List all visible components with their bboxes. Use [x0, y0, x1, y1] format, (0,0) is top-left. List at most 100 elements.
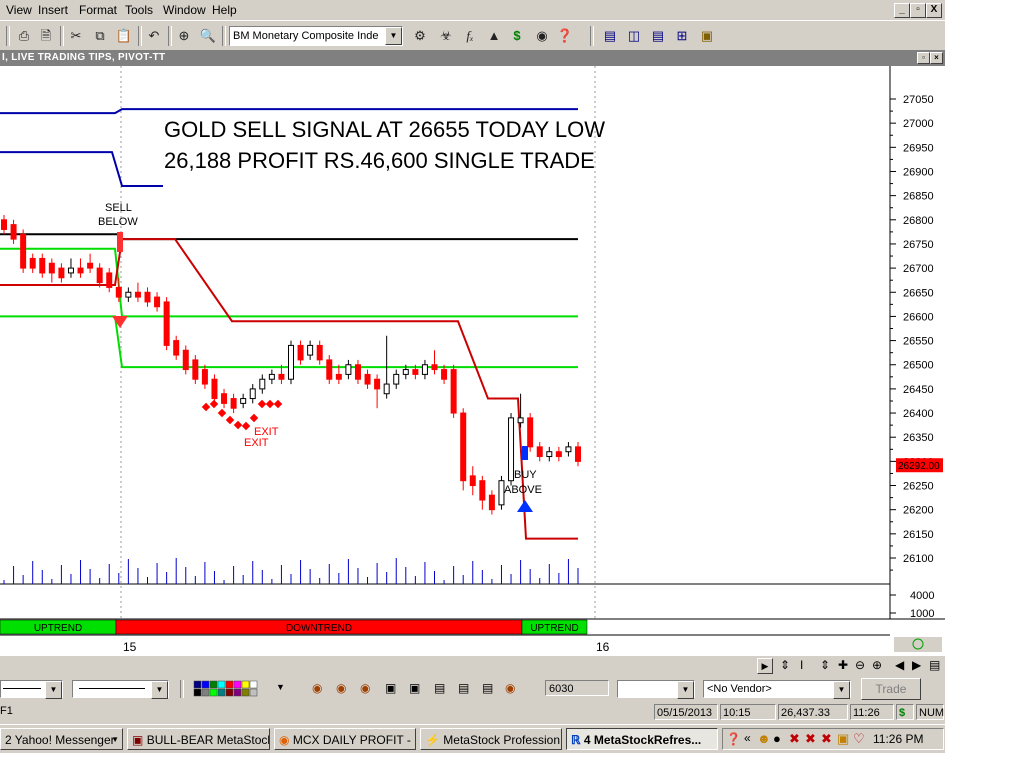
line-style-select[interactable]: ▼ — [0, 680, 63, 699]
taskbar-label: 4 MetaStockRefres... — [583, 733, 702, 747]
candle — [211, 378, 218, 400]
palette-swatch[interactable] — [209, 680, 218, 689]
taskbar-item-metastock[interactable]: ⚡ MetaStock Profession... — [420, 728, 562, 750]
menu-help[interactable]: Help — [212, 3, 237, 17]
tray-app-icon[interactable]: ♡ — [853, 731, 865, 747]
horizontal-split-icon[interactable]: ▤ — [648, 26, 668, 46]
formula-icon[interactable]: fₓ — [460, 26, 480, 46]
next-icon[interactable]: ▶ — [912, 658, 921, 672]
symbol-icon[interactable]: ◉ — [505, 681, 515, 695]
undo-icon[interactable]: ↶ — [144, 26, 164, 46]
palette-swatch[interactable] — [201, 688, 210, 697]
close-button[interactable]: X — [926, 3, 942, 18]
symbol-icon[interactable]: ◉ — [360, 681, 370, 695]
symbol-icon[interactable]: ◉ — [312, 681, 322, 695]
palette-swatch[interactable] — [225, 688, 234, 697]
messenger-icon[interactable]: ☻ — [757, 731, 771, 746]
palette-swatch[interactable] — [201, 680, 210, 689]
chevron-left-icon[interactable]: « — [744, 731, 751, 745]
trade-button[interactable]: Trade — [861, 678, 921, 700]
vertical-split-icon[interactable]: ◫ — [624, 26, 644, 46]
tray-app-icon[interactable]: ● — [773, 731, 781, 746]
scroll-tools-icon[interactable]: ⇕ — [780, 658, 790, 672]
option-select[interactable]: ▼ — [617, 680, 695, 699]
scroll-right-icon[interactable]: ▶ — [757, 658, 773, 674]
chevron-down-icon[interactable]: ▼ — [677, 681, 694, 699]
crosshair-icon[interactable]: ⊕ — [174, 26, 194, 46]
menu-tools[interactable]: Tools — [125, 3, 153, 17]
network-icon[interactable]: ✖ — [789, 731, 800, 747]
network-icon[interactable]: ✖ — [805, 731, 816, 747]
palette-swatch[interactable] — [225, 680, 234, 689]
price-chart[interactable]: 27050 27000 26950 26900 26850 26800 26750 26700… — [0, 66, 945, 656]
value-field[interactable]: 6030 — [545, 680, 609, 696]
chevron-down-icon[interactable]: ▼ — [151, 681, 168, 699]
cut-icon[interactable]: ✂ — [66, 26, 86, 46]
chevron-down-icon[interactable]: ▼ — [45, 681, 62, 699]
menu-insert[interactable]: Insert — [38, 3, 68, 17]
chart-restore-button[interactable]: ▫ — [917, 52, 930, 64]
chevron-down-icon[interactable]: ▼ — [385, 27, 402, 45]
tray-app-icon[interactable]: ▣ — [837, 731, 849, 747]
chevron-down-icon[interactable]: ▼ — [276, 682, 285, 692]
menu-window[interactable]: Window — [163, 3, 206, 17]
panel-icon[interactable]: ▤ — [482, 681, 493, 695]
system-tester-icon[interactable]: ▲ — [484, 26, 504, 46]
minimize-button[interactable]: _ — [894, 3, 910, 18]
palette-swatch[interactable] — [249, 688, 258, 697]
network-icon[interactable]: ✖ — [821, 731, 832, 747]
explorer-icon[interactable]: ◉ — [532, 26, 552, 46]
expert-icon[interactable]: ⚙ — [410, 26, 430, 46]
palette-swatch[interactable] — [241, 688, 250, 697]
prev-icon[interactable]: ◀ — [895, 658, 904, 672]
line-weight-select[interactable]: ▼ — [72, 680, 169, 699]
grid-icon[interactable]: ⊞ — [672, 26, 692, 46]
symbol-icon[interactable]: ◉ — [336, 681, 346, 695]
indicator-icon[interactable]: ☣ — [436, 26, 456, 46]
cursor-icon[interactable]: I — [800, 658, 803, 672]
arrow-up-box-icon[interactable]: ▣ — [385, 681, 396, 695]
layout-icon[interactable]: ▣ — [697, 26, 717, 46]
chart-area[interactable]: 27050 27000 26950 26900 26850 26800 26750 26700… — [0, 66, 945, 656]
taskbar-item-refresh[interactable]: ℝ 4 MetaStockRefres... — [566, 728, 718, 750]
tile-icon[interactable]: ▤ — [600, 26, 620, 46]
panel-icon[interactable]: ▤ — [434, 681, 445, 695]
palette-swatch[interactable] — [233, 688, 242, 697]
palette-swatch[interactable] — [241, 680, 250, 689]
vendor-select[interactable]: <No Vendor> ▼ — [703, 680, 851, 699]
horizontal-scrollbar[interactable] — [0, 658, 770, 674]
palette-swatch[interactable] — [249, 680, 258, 689]
chart-close-button[interactable]: × — [930, 52, 943, 64]
paste-icon[interactable]: 📋 — [114, 26, 134, 46]
print-preview-icon[interactable]: 🗎 — [36, 26, 56, 46]
palette-swatch[interactable] — [217, 680, 226, 689]
print-icon[interactable]: ⎙ — [14, 26, 34, 46]
restore-button[interactable]: ▫ — [910, 3, 926, 18]
arrow-up-box-icon[interactable]: ▣ — [409, 681, 420, 695]
chevron-down-icon[interactable]: ▼ — [833, 681, 850, 699]
menu-view[interactable]: View — [6, 3, 32, 17]
dollar-icon[interactable]: $ — [507, 26, 527, 46]
zoom-in-icon[interactable]: ⊕ — [872, 658, 882, 672]
support-line — [0, 247, 578, 318]
palette-swatch[interactable] — [209, 688, 218, 697]
help-icon[interactable]: ❓ — [555, 26, 575, 46]
taskbar-item-mcx[interactable]: ◉ MCX DAILY PROFIT - ... — [274, 728, 416, 750]
menu-format[interactable]: Format — [79, 3, 117, 17]
taskbar-item-yahoo[interactable]: 2 Yahoo! Messenger ▼ — [0, 728, 123, 750]
security-select[interactable]: BM Monetary Composite Inde ▼ — [229, 26, 403, 46]
help-icon[interactable]: ❓ — [726, 732, 741, 746]
panel-icon[interactable]: ▤ — [458, 681, 469, 695]
copy-icon[interactable]: ⧉ — [90, 26, 110, 46]
vertical-move-icon[interactable]: ⇕ — [820, 658, 830, 672]
palette-swatch[interactable] — [193, 688, 202, 697]
move-icon[interactable]: ✚ — [838, 658, 848, 672]
zoom-out-icon[interactable]: ⊖ — [855, 658, 865, 672]
page-icon[interactable]: ▤ — [929, 658, 940, 672]
palette-swatch[interactable] — [217, 688, 226, 697]
taskbar-item-bull-bear[interactable]: ▣ BULL-BEAR MetaStock — [127, 728, 270, 750]
palette-swatch[interactable] — [193, 680, 202, 689]
color-palette[interactable] — [192, 679, 270, 699]
zoom-icon[interactable]: 🔍 — [198, 26, 218, 46]
palette-swatch[interactable] — [233, 680, 242, 689]
